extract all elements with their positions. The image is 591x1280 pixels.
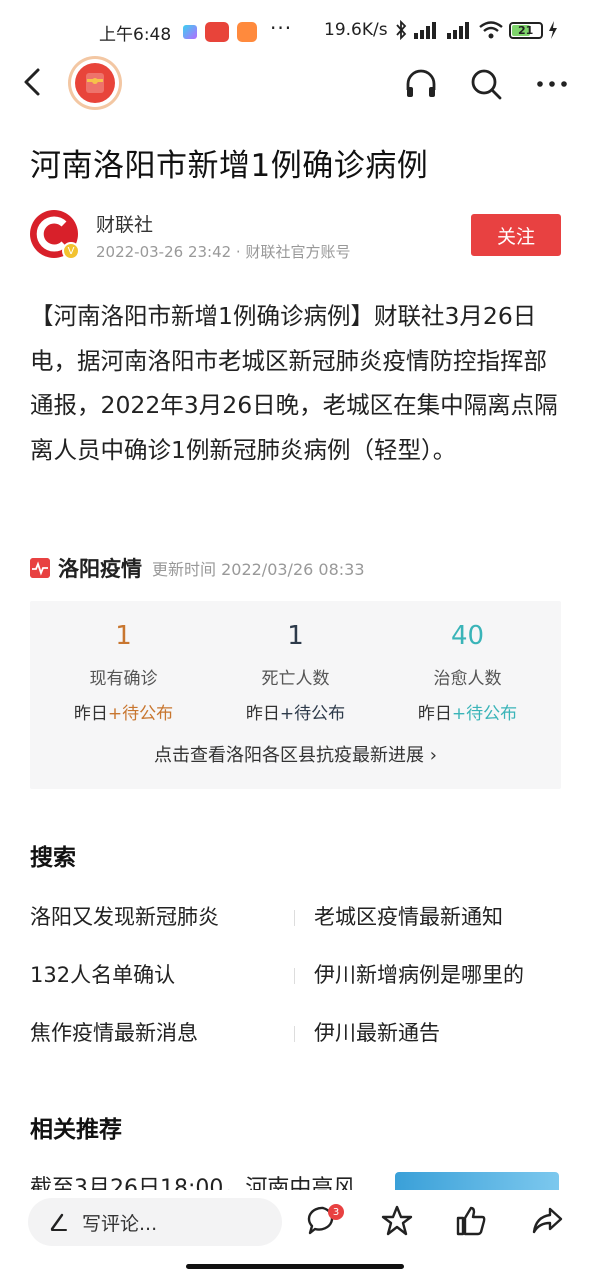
search-suggestion[interactable]: 伊川新增病例是哪里的 xyxy=(314,959,524,989)
comment-count-badge: 3 xyxy=(328,1204,344,1220)
status-right: 19.6K/s 21 xyxy=(324,20,558,40)
search-section-title: 搜索 xyxy=(30,845,76,871)
search-suggestion[interactable]: 洛阳又发现新冠肺炎 xyxy=(30,901,219,931)
net-speed: 19.6K/s xyxy=(324,20,388,40)
status-app-icons xyxy=(183,22,257,42)
chevron-left-icon[interactable] xyxy=(18,64,48,100)
stat-value: 40 xyxy=(450,621,485,651)
headphones-icon[interactable] xyxy=(403,66,439,102)
battery-level: 21 xyxy=(517,23,534,37)
search-suggestion[interactable]: 132人名单确认 xyxy=(30,959,175,989)
article-title: 河南洛阳市新增1例确诊病例 xyxy=(30,148,429,184)
stat-deaths: 1 死亡人数 昨日+待公布 xyxy=(207,621,384,724)
search-icon[interactable] xyxy=(468,66,504,102)
verified-icon: V xyxy=(62,242,80,260)
author-avatar[interactable]: V xyxy=(30,210,80,260)
stat-recovered: 40 治愈人数 昨日+待公布 xyxy=(379,621,556,724)
stat-sub-prefix: 昨日 xyxy=(73,704,108,724)
nav-bar xyxy=(0,56,591,112)
charging-icon xyxy=(548,21,557,39)
follow-button[interactable]: 关注 xyxy=(471,214,561,256)
xiaohongshu-app-icon xyxy=(205,22,229,42)
divider xyxy=(294,910,295,926)
stat-sub: 昨日+待公布 xyxy=(207,699,384,724)
bottom-bar: 写评论... 3 xyxy=(0,1190,591,1280)
search-row: 洛阳又发现新冠肺炎 老城区疫情最新通知 xyxy=(30,897,570,955)
epidemic-card[interactable]: 1 现有确诊 昨日+待公布 1 死亡人数 昨日+待公布 40 治愈人数 昨日+待… xyxy=(30,601,561,789)
related-section-title: 相关推荐 xyxy=(30,1117,122,1143)
taobao-app-icon xyxy=(237,22,257,42)
epidemic-header: 洛阳疫情 更新时间 2022/03/26 08:33 xyxy=(30,553,365,583)
video-app-icon xyxy=(183,25,197,39)
stat-sub-value: +待公布 xyxy=(107,704,174,724)
wifi-icon xyxy=(478,21,503,39)
red-envelope-icon[interactable] xyxy=(68,56,122,110)
comment-placeholder: 写评论... xyxy=(82,1212,158,1235)
stat-sub-prefix: 昨日 xyxy=(417,704,452,724)
stat-sub-value: +待公布 xyxy=(451,704,518,724)
search-row: 焦作疫情最新消息 伊川最新通告 xyxy=(30,1013,570,1071)
status-more-dots: ··· xyxy=(270,16,293,40)
stat-sub-prefix: 昨日 xyxy=(245,704,280,724)
battery-icon: 21 xyxy=(508,21,543,39)
article-body: 【河南洛阳市新增1例确诊病例】财联社3月26日电，据河南洛阳市老城区新冠肺炎疫情… xyxy=(30,302,558,464)
stat-label: 现有确诊 xyxy=(89,669,158,689)
search-suggestions: 洛阳又发现新冠肺炎 老城区疫情最新通知 132人名单确认 伊川新增病例是哪里的 … xyxy=(30,897,570,1071)
stat-label: 治愈人数 xyxy=(433,669,502,689)
comment-input[interactable]: 写评论... xyxy=(28,1198,282,1246)
pulse-icon xyxy=(30,558,50,578)
stat-current-confirmed: 1 现有确诊 昨日+待公布 xyxy=(35,621,212,724)
divider xyxy=(294,1026,295,1042)
status-time: 上午6:48 xyxy=(99,25,172,45)
status-bar: 上午6:48 ··· 19.6K/s 21 xyxy=(0,0,591,64)
signal-1-icon xyxy=(413,22,436,39)
home-indicator xyxy=(186,1264,404,1269)
stat-label: 死亡人数 xyxy=(261,669,330,689)
related-article-title[interactable]: 截至3月26日18:00，河南中高风 xyxy=(30,1170,380,1192)
stat-value: 1 xyxy=(115,621,132,651)
search-suggestion[interactable]: 焦作疫情最新消息 xyxy=(30,1017,198,1047)
search-suggestion[interactable]: 老城区疫情最新通知 xyxy=(314,901,503,931)
stat-value: 1 xyxy=(287,621,304,651)
star-icon[interactable] xyxy=(380,1204,414,1238)
stat-sub: 昨日+待公布 xyxy=(35,699,212,724)
author-name[interactable]: 财联社 xyxy=(96,210,153,237)
epidemic-title: 洛阳疫情 xyxy=(58,557,142,581)
share-icon[interactable] xyxy=(530,1204,564,1238)
more-icon[interactable] xyxy=(534,66,570,102)
related-article-thumbnail[interactable] xyxy=(395,1172,559,1192)
publish-meta: 2022-03-26 23:42 · 财联社官方账号 xyxy=(96,243,351,261)
epidemic-updated: 更新时间 2022/03/26 08:33 xyxy=(152,560,365,579)
search-suggestion[interactable]: 伊川最新通告 xyxy=(314,1017,440,1047)
divider xyxy=(294,968,295,984)
stat-sub: 昨日+待公布 xyxy=(379,699,556,724)
district-progress-link[interactable]: 点击查看洛阳各区县抗疫最新进展 › xyxy=(30,741,561,767)
signal-2-icon xyxy=(446,22,469,39)
pen-icon xyxy=(50,1213,67,1231)
search-row: 132人名单确认 伊川新增病例是哪里的 xyxy=(30,955,570,1013)
stat-sub-value: +待公布 xyxy=(279,704,346,724)
bluetooth-icon xyxy=(395,20,406,40)
like-icon[interactable] xyxy=(454,1204,488,1238)
